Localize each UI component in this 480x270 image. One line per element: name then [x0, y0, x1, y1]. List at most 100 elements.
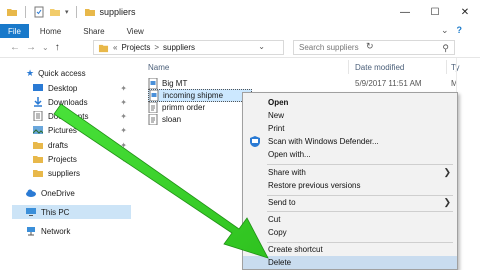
pin-icon[interactable]: ✦	[120, 98, 127, 107]
sidebar-item-label: drafts	[48, 140, 69, 150]
sidebar-item-onedrive[interactable]: OneDrive	[26, 186, 136, 200]
cloud-icon	[26, 189, 36, 197]
back-button[interactable]: ←	[10, 42, 20, 53]
ribbon-tabs: File Home Share View ⌄ ?	[0, 24, 480, 38]
menu-item-new[interactable]: New	[243, 109, 457, 122]
sidebar-item-projects[interactable]: Projects ✦	[33, 152, 133, 166]
pin-icon[interactable]: ✦	[120, 84, 127, 93]
pin-icon[interactable]: ✦	[120, 112, 127, 121]
sidebar-item-label: Quick access	[38, 68, 86, 78]
sidebar-item-label: Desktop	[48, 83, 78, 93]
column-header-date[interactable]: Date modified	[355, 60, 404, 74]
folder-icon	[98, 44, 109, 52]
search-placeholder: Search suppliers	[299, 43, 359, 52]
address-prefix[interactable]: «	[113, 43, 117, 52]
pin-icon[interactable]: ✦	[120, 155, 127, 164]
search-input[interactable]: Search suppliers ⚲	[293, 40, 455, 55]
menu-item-copy[interactable]: Copy	[243, 226, 457, 239]
file-icon	[149, 90, 159, 101]
sidebar-item-this-pc[interactable]: This PC	[12, 205, 131, 219]
forward-button[interactable]: →	[26, 42, 36, 53]
tab-share[interactable]: Share	[72, 24, 115, 38]
list-item[interactable]: sloan	[148, 113, 244, 126]
sidebar-item-label: suppliers	[48, 168, 81, 178]
sidebar-item-network[interactable]: Network	[26, 224, 136, 238]
computer-icon	[26, 208, 36, 216]
navigation-buttons: ← → ⌄ ↑	[0, 42, 92, 53]
network-icon	[27, 227, 35, 236]
sidebar-item-desktop[interactable]: Desktop ✦	[33, 81, 133, 95]
folder-icon	[33, 156, 43, 163]
breadcrumb-suppliers[interactable]: suppliers	[163, 43, 195, 52]
sidebar-item-downloads[interactable]: Downloads ✦	[33, 95, 133, 109]
folder-icon[interactable]	[6, 6, 18, 18]
minimize-button[interactable]: —	[390, 0, 420, 24]
folder-icon	[33, 170, 43, 177]
tab-home[interactable]: Home	[29, 24, 72, 38]
menu-item-label: Share with	[268, 168, 306, 177]
sidebar-item-label: Network	[41, 226, 71, 236]
star-icon: ★	[26, 67, 35, 78]
properties-icon[interactable]	[33, 6, 45, 18]
new-folder-icon[interactable]	[49, 6, 61, 18]
close-button[interactable]: ✕	[450, 0, 480, 24]
window-title: suppliers	[99, 7, 136, 17]
tab-view[interactable]: View	[116, 24, 155, 38]
sidebar-item-label: OneDrive	[41, 188, 75, 198]
sidebar-item-label: Documents	[48, 111, 89, 121]
address-dropdown-button[interactable]: ⌄	[258, 42, 265, 51]
help-button[interactable]: ?	[457, 25, 463, 36]
toolbar-divider	[75, 6, 77, 18]
pictures-icon	[33, 126, 43, 134]
menu-separator	[267, 164, 453, 165]
navigation-pane: ★ Quick access Desktop ✦ Downloads ✦ Doc…	[0, 58, 138, 270]
menu-item-send-to[interactable]: Send to ❯	[243, 196, 457, 209]
menu-item-label: Scan with Windows Defender...	[268, 137, 379, 146]
column-header-name[interactable]: Name	[148, 60, 169, 74]
window-controls: — ☐ ✕	[390, 0, 480, 24]
pin-icon[interactable]: ✦	[120, 141, 127, 150]
chevron-right-icon: ❯	[443, 167, 451, 177]
sidebar-item-suppliers[interactable]: suppliers	[33, 166, 133, 180]
file-name: primm order	[162, 103, 206, 112]
sidebar-item-label: Pictures	[48, 125, 77, 135]
desktop-icon	[33, 84, 43, 91]
context-menu: Open New Print Scan with Windows Defende…	[242, 92, 458, 270]
maximize-button[interactable]: ☐	[420, 0, 450, 24]
sidebar-item-documents[interactable]: Documents ✦	[33, 109, 133, 123]
file-icon	[148, 102, 158, 113]
sidebar-item-pictures[interactable]: Pictures ✦	[33, 123, 133, 137]
search-icon[interactable]: ⚲	[442, 43, 449, 54]
menu-item-scan-defender[interactable]: Scan with Windows Defender...	[243, 135, 457, 148]
quick-access-toolbar: ▾	[0, 6, 96, 18]
menu-item-create-shortcut[interactable]: Create shortcut	[243, 243, 457, 256]
folder-icon	[84, 9, 95, 16]
breadcrumb-projects[interactable]: Projects	[121, 43, 150, 52]
column-divider[interactable]	[446, 60, 447, 74]
menu-item-share-with[interactable]: Share with ❯	[243, 166, 457, 179]
breadcrumb-separator[interactable]: >	[154, 43, 159, 52]
pin-icon[interactable]: ✦	[120, 126, 127, 135]
sidebar-item-quick-access[interactable]: ★ Quick access	[26, 66, 136, 80]
defender-icon	[250, 136, 260, 147]
menu-item-print[interactable]: Print	[243, 122, 457, 135]
menu-item-cut[interactable]: Cut	[243, 213, 457, 226]
sidebar-item-drafts[interactable]: drafts ✦	[33, 138, 133, 152]
expand-ribbon-button[interactable]: ⌄	[441, 25, 449, 36]
menu-item-restore-versions[interactable]: Restore previous versions	[243, 179, 457, 192]
menu-item-open-with[interactable]: Open with...	[243, 148, 457, 161]
address-row: ← → ⌄ ↑ « Projects > suppliers ⌄ ↻ Searc…	[0, 38, 480, 58]
menu-item-label: Send to	[268, 198, 296, 207]
file-icon	[148, 114, 158, 125]
up-button[interactable]: ↑	[55, 42, 60, 53]
recent-locations-button[interactable]: ⌄	[42, 43, 49, 52]
address-bar[interactable]: « Projects > suppliers ⌄ ↻	[93, 40, 374, 55]
menu-item-open[interactable]: Open	[243, 96, 457, 109]
file-name: Big MT	[162, 79, 188, 88]
menu-item-delete[interactable]: Delete	[243, 256, 457, 269]
customize-toolbar-arrow[interactable]: ▾	[65, 8, 69, 16]
tab-file[interactable]: File	[0, 24, 29, 38]
folder-icon	[33, 142, 43, 149]
column-divider[interactable]	[348, 60, 349, 74]
file-date: 5/9/2017 11:51 AM	[355, 79, 422, 88]
